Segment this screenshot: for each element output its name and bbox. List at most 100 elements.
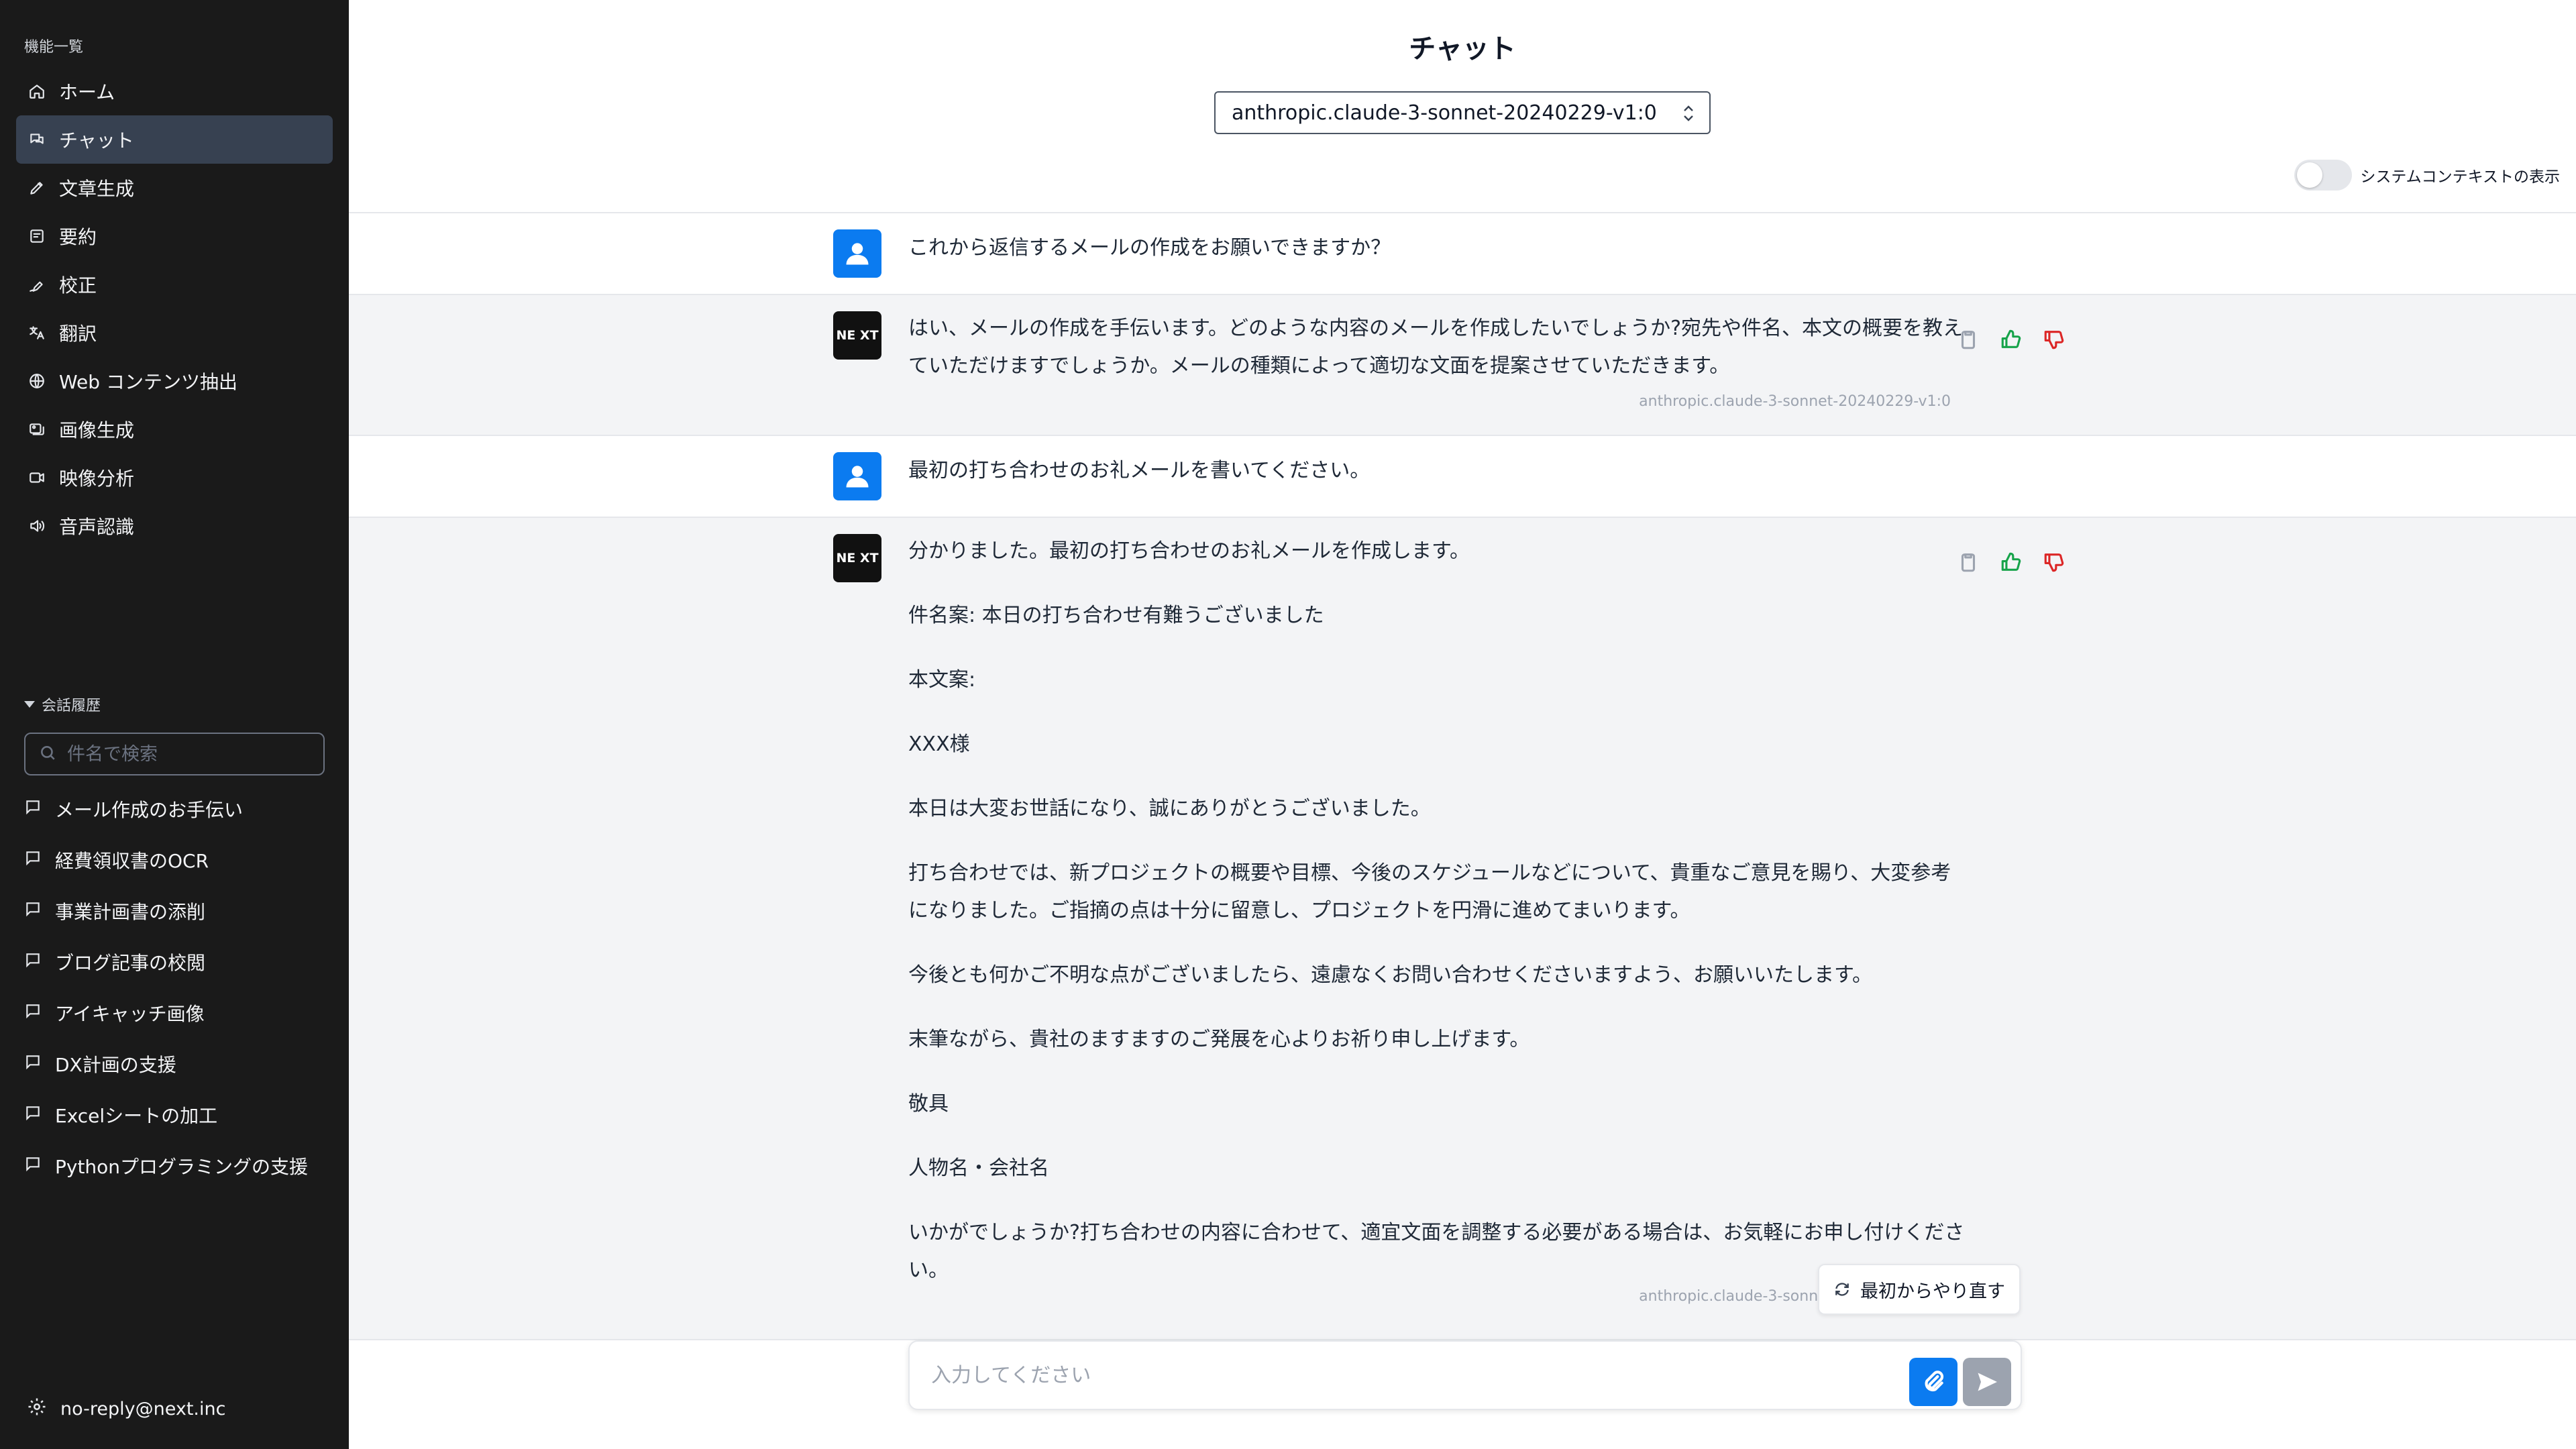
user-icon [846,243,869,265]
search-icon [39,744,56,764]
assistant-avatar: NE XT [833,534,881,582]
history-toggle[interactable]: 会話履歴 [24,694,101,715]
history-item[interactable]: Excelシートの加工 [24,1089,333,1140]
assistant-avatar: NE XT [833,311,881,360]
message-paragraph: いかがでしょうか?打ち合わせの内容に合わせて、適宜文面を調整する必要がある場合は… [908,1221,1965,1282]
sidebar-item-translate[interactable]: 翻訳 [16,309,333,357]
history-item-label: Excelシートの加工 [55,1105,218,1127]
message-paragraph: 人物名・会社名 [908,1157,1049,1180]
copy-button[interactable] [1955,549,1982,576]
system-context-toggle[interactable] [2294,160,2353,191]
pencil-icon [27,178,47,198]
chat-icon [27,129,47,150]
sidebar-item-text-generation[interactable]: 文章生成 [16,164,333,212]
sidebar-item-proofread[interactable]: 校正 [16,260,333,309]
sidebar-item-label: 画像生成 [59,419,135,441]
sidebar-item-home[interactable]: ホーム [16,67,333,115]
home-icon [27,81,47,101]
comment-icon [24,1053,55,1075]
model-select[interactable]: anthropic.claude-3-sonnet-20240229-v1:0 [1214,91,1711,134]
attach-button[interactable] [1909,1358,1957,1406]
sidebar-item-label: 映像分析 [59,468,135,490]
history-item[interactable]: ブログ記事の校閲 [24,936,333,987]
clipboard-icon [1961,331,1976,350]
thumbs-up-button[interactable] [1998,549,2025,576]
sidebar-item-video-analysis[interactable]: 映像分析 [16,453,333,502]
thumbs-down-button[interactable] [2041,549,2068,576]
image-icon [27,419,47,439]
user-icon [846,466,869,488]
history-item-label: Pythonプログラミングの支援 [55,1156,309,1178]
sidebar-item-image-generation[interactable]: 画像生成 [16,405,333,453]
send-button[interactable] [1963,1358,2011,1406]
assistant-message: NE XT はい、メールの作成を手伝います。どのような内容のメールを作成したいで… [349,294,2576,435]
sidebar-item-label: 文章生成 [59,178,135,200]
sidebar: 機能一覧 ホーム チャット 文章生成 要約 校正 翻訳 Web コンテンツ抽出 [0,0,349,1449]
history-item[interactable]: Pythonプログラミングの支援 [24,1140,333,1191]
copy-button[interactable] [1955,326,1982,353]
history-item[interactable]: アイキャッチ画像 [24,987,333,1038]
account-email: no-reply@next.inc [60,1399,226,1419]
document-icon [27,226,47,246]
message-paragraph: 末筆ながら、貴社のますますのご発展を心よりお祈り申し上げます。 [908,1028,1530,1051]
main-panel: チャット anthropic.claude-3-sonnet-20240229-… [349,0,2576,1449]
history-item-label: 事業計画書の添削 [55,901,206,923]
history-item[interactable]: メール作成のお手伝い [24,784,333,835]
history-item[interactable]: 経費領収書のOCR [24,835,333,885]
sidebar-nav: ホーム チャット 文章生成 要約 校正 翻訳 Web コンテンツ抽出 画像生成 [16,67,333,550]
user-message: 最初の打ち合わせのお礼メールを書いてください。 [349,435,2576,517]
sidebar-item-summary[interactable]: 要約 [16,212,333,260]
message-paragraph: 件名案: 本日の打ち合わせ有難うございました [908,604,1324,627]
message-text: はい、メールの作成を手伝います。どのような内容のメールを作成したいでしょうか?宛… [908,310,1968,385]
comment-icon [24,1002,55,1024]
message-actions [1955,326,2084,353]
video-icon [27,468,47,488]
send-icon [1978,1373,1997,1391]
comment-icon [24,798,55,820]
thumbs-down-button[interactable] [2041,326,2068,353]
sidebar-item-chat[interactable]: チャット [16,115,333,164]
model-select-value: anthropic.claude-3-sonnet-20240229-v1:0 [1232,101,1657,125]
thumbs-up-button[interactable] [1998,326,2025,353]
history-item-label: メール作成のお手伝い [55,799,244,821]
user-avatar [833,229,881,278]
message-model-tag: anthropic.claude-3-sonnet-20240229-v1:0 [1639,393,1951,410]
comment-icon [24,1155,55,1177]
paperclip-icon [1925,1371,1944,1392]
history-item[interactable]: 事業計画書の添削 [24,885,333,936]
message-paragraph: はい、メールの作成を手伝います。どのような内容のメールを作成したいでしょうか?宛… [908,317,1964,378]
page-title: チャット [1409,34,1516,64]
history-list: メール作成のお手伝い 経費領収書のOCR 事業計画書の添削 ブログ記事の校閲 ア… [24,784,333,1191]
history-item[interactable]: DX計画の支援 [24,1038,333,1089]
history-search-input[interactable] [66,743,307,765]
account-settings[interactable]: no-reply@next.inc [27,1397,225,1421]
restart-button[interactable]: 最初からやり直す [1818,1264,2021,1315]
message-paragraph: 本文案: [908,668,976,692]
sidebar-item-label: ホーム [59,81,115,103]
message-paragraph: XXX様 [908,733,970,756]
thumbs-up-icon [2001,552,2021,571]
system-context-toggle-group: システムコンテキストの表示 [2294,160,2560,191]
history-title: 会話履歴 [42,698,101,714]
history-search [24,733,325,775]
comment-icon [24,951,55,973]
sidebar-item-label: Web コンテンツ抽出 [59,371,237,393]
composer [349,1339,2576,1449]
system-context-label: システムコンテキストの表示 [2360,168,2560,186]
toggle-knob [2297,162,2323,188]
gear-icon [27,1397,60,1421]
thumbs-down-icon [2044,553,2064,572]
sidebar-item-web-extract[interactable]: Web コンテンツ抽出 [16,357,333,405]
refresh-icon [1835,1283,1849,1296]
chat-input[interactable] [930,1362,1869,1388]
user-message: これから返信するメールの作成をお願いできますか？ [349,212,2576,294]
sidebar-item-speech-recognition[interactable]: 音声認識 [16,502,333,550]
sidebar-item-label: チャット [59,129,134,152]
message-text: 最初の打ち合わせのお礼メールを書いてください。 [908,459,1371,482]
chevron-up-down-icon [1681,102,1696,125]
user-avatar [833,452,881,500]
sidebar-section-title: 機能一覧 [24,39,84,56]
sidebar-item-label: 要約 [59,226,97,248]
message-actions [1955,549,2084,576]
history-item-label: ブログ記事の校閲 [55,952,206,974]
